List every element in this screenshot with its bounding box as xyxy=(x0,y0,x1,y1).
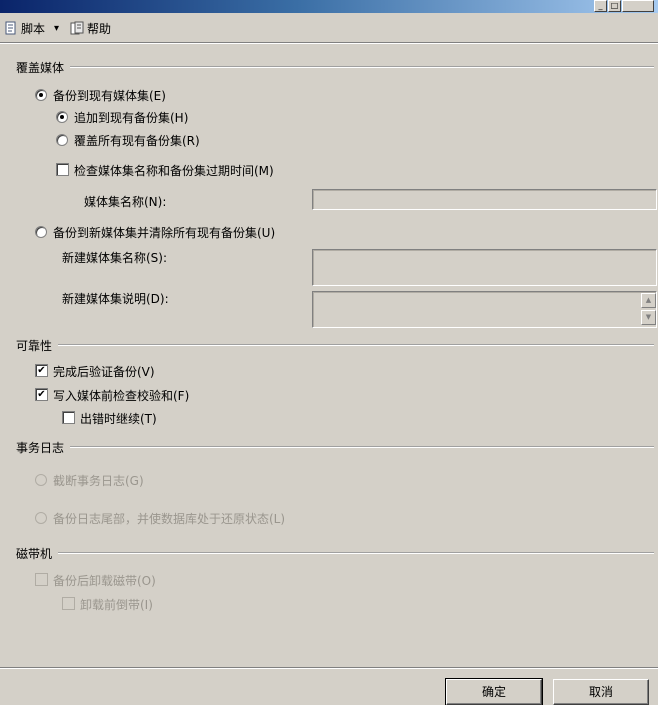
unload-tape-label[interactable]: 备份后卸载磁带(O) xyxy=(53,572,156,589)
section-title-transaction-log: 事务日志 xyxy=(16,441,65,455)
script-label: 脚本 xyxy=(21,21,46,36)
overwrite-all-radio[interactable] xyxy=(56,134,68,146)
verify-checkbox[interactable]: ✔ xyxy=(35,364,48,377)
backup-new-label[interactable]: 备份到新媒体集并清除所有现有备份集(U) xyxy=(53,224,275,241)
backup-new-radio[interactable] xyxy=(35,226,47,238)
unload-tape-checkbox[interactable] xyxy=(35,573,48,586)
media-set-name-input[interactable] xyxy=(312,189,657,210)
check-name-expiry-checkbox[interactable] xyxy=(56,163,69,176)
append-radio[interactable] xyxy=(56,111,68,123)
section-title-tape: 磁带机 xyxy=(16,547,53,561)
backup-existing-radio[interactable] xyxy=(35,89,47,101)
overwrite-all-label[interactable]: 覆盖所有现有备份集(R) xyxy=(74,132,200,149)
continue-on-error-label[interactable]: 出错时继续(T) xyxy=(80,410,157,427)
backup-tail-radio[interactable] xyxy=(35,512,47,524)
ok-button[interactable]: 确定 xyxy=(445,678,543,705)
close-button[interactable] xyxy=(622,0,654,12)
backup-tail-label[interactable]: 备份日志尾部，并使数据库处于还原状态(L) xyxy=(53,510,285,527)
section-divider xyxy=(70,66,654,68)
script-button[interactable]: 脚本 ▾ xyxy=(4,19,59,37)
truncate-log-label[interactable]: 截断事务日志(G) xyxy=(53,472,144,489)
rewind-tape-checkbox[interactable] xyxy=(62,597,75,610)
dropdown-arrow-icon[interactable]: ▾ xyxy=(54,23,59,34)
check-name-expiry-label[interactable]: 检查媒体集名称和备份集过期时间(M) xyxy=(74,162,274,179)
scroll-down-icon[interactable]: ▼ xyxy=(641,310,656,325)
new-media-set-desc-label: 新建媒体集说明(D): xyxy=(62,292,169,306)
rewind-tape-label[interactable]: 卸载前倒带(I) xyxy=(80,596,153,613)
help-button[interactable]: 帮助 xyxy=(70,19,111,37)
maximize-button[interactable]: □ xyxy=(608,0,621,12)
continue-on-error-checkbox[interactable] xyxy=(62,411,75,424)
title-bar xyxy=(0,0,658,13)
media-set-name-label: 媒体集名称(N): xyxy=(84,195,167,209)
section-divider xyxy=(58,552,654,554)
section-divider xyxy=(58,344,654,346)
script-icon xyxy=(4,21,18,35)
verify-label[interactable]: 完成后验证备份(V) xyxy=(53,363,155,380)
new-media-set-name-label: 新建媒体集名称(S): xyxy=(62,251,168,265)
help-label: 帮助 xyxy=(87,21,112,36)
cancel-button[interactable]: 取消 xyxy=(553,679,649,705)
truncate-log-radio[interactable] xyxy=(35,474,47,486)
section-title-overwrite-media: 覆盖媒体 xyxy=(16,61,65,75)
section-divider xyxy=(70,446,654,448)
checksum-checkbox[interactable]: ✔ xyxy=(35,388,48,401)
help-icon xyxy=(70,21,84,35)
window-controls: _ □ xyxy=(594,0,654,12)
append-label[interactable]: 追加到现有备份集(H) xyxy=(74,109,188,126)
toolbar: 脚本 ▾ 帮助 xyxy=(0,14,658,43)
minimize-button[interactable]: _ xyxy=(594,0,607,12)
new-media-set-name-input[interactable] xyxy=(312,249,657,286)
new-media-set-desc-textarea[interactable] xyxy=(312,291,657,328)
section-title-reliability: 可靠性 xyxy=(16,339,53,353)
scroll-up-icon[interactable]: ▲ xyxy=(641,293,656,308)
backup-existing-label[interactable]: 备份到现有媒体集(E) xyxy=(53,87,166,104)
checksum-label[interactable]: 写入媒体前检查校验和(F) xyxy=(53,387,189,404)
